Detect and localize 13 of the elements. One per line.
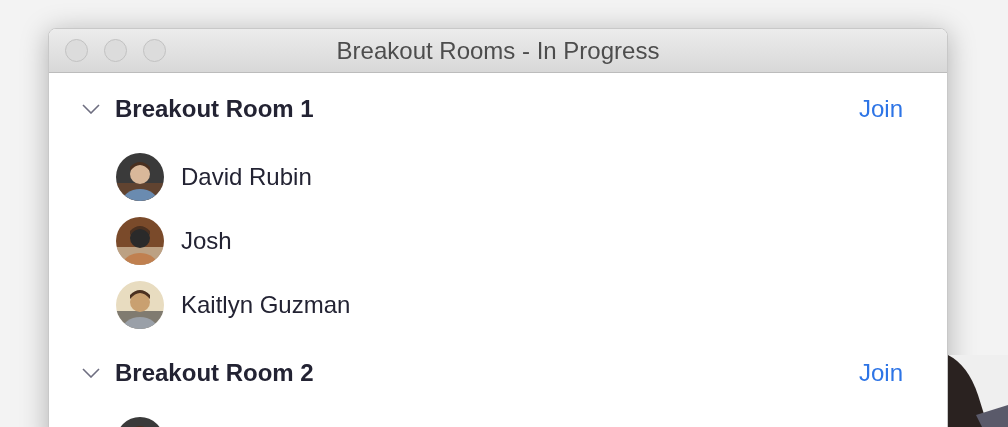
chevron-icon[interactable] [82, 104, 100, 114]
close-button[interactable] [65, 39, 88, 62]
join-link[interactable]: Join [858, 95, 903, 123]
participant-name: Kaitlyn Guzman [181, 291, 351, 319]
zoom-button[interactable] [143, 39, 166, 62]
window-title: Breakout Rooms - In Progress [336, 36, 660, 65]
minimize-button[interactable] [104, 39, 127, 62]
room-name: Breakout Room 2 [115, 359, 314, 387]
room-name: Breakout Room 1 [115, 95, 314, 123]
participant-name: David Rubin [181, 163, 312, 191]
join-link[interactable]: Join [858, 359, 903, 387]
participant-name: Josh [181, 227, 232, 255]
chevron-icon[interactable] [82, 368, 100, 378]
